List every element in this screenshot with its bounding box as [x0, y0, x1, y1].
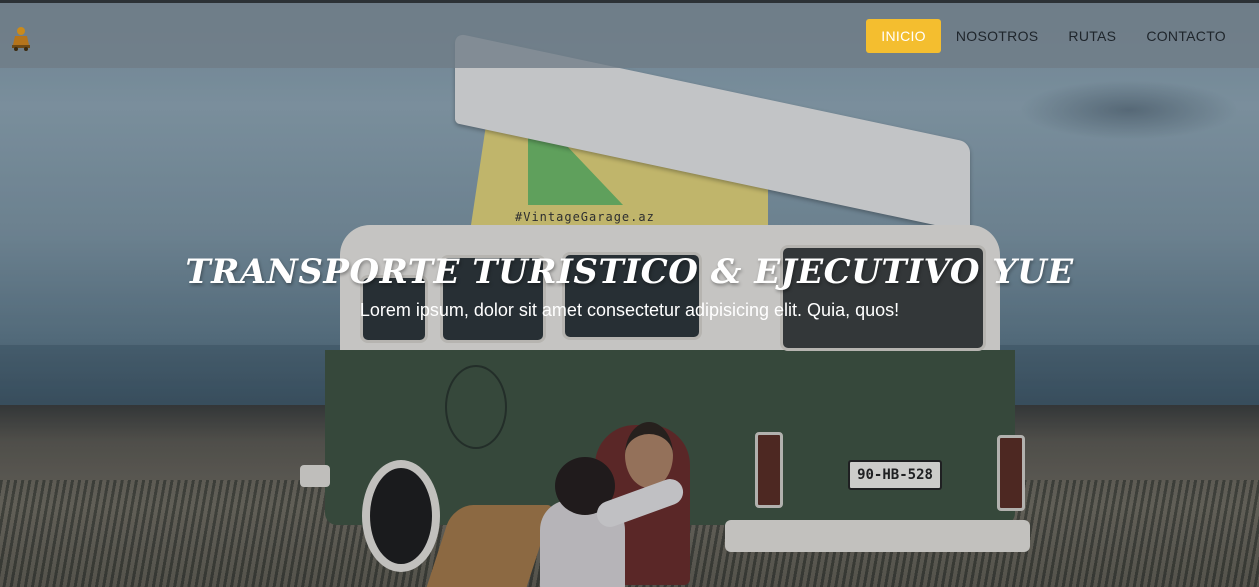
nav-item-inicio[interactable]: INICIO: [866, 19, 941, 53]
hero-overlay: [0, 0, 1259, 587]
main-nav: INICIO NOSOTROS RUTAS CONTACTO: [866, 19, 1241, 53]
nav-item-nosotros[interactable]: NOSOTROS: [941, 19, 1054, 53]
nav-item-contacto[interactable]: CONTACTO: [1131, 19, 1241, 53]
hero-title: TRANSPORTE TURISTICO & EJECUTIVO YUE: [185, 252, 1074, 292]
brand-logo-link[interactable]: [10, 25, 32, 51]
van-logo-icon: [12, 27, 30, 51]
nav-item-rutas[interactable]: RUTAS: [1053, 19, 1131, 53]
hero-subtitle: Lorem ipsum, dolor sit amet consectetur …: [359, 300, 900, 320]
navbar: INICIO NOSOTROS RUTAS CONTACTO: [0, 3, 1259, 68]
